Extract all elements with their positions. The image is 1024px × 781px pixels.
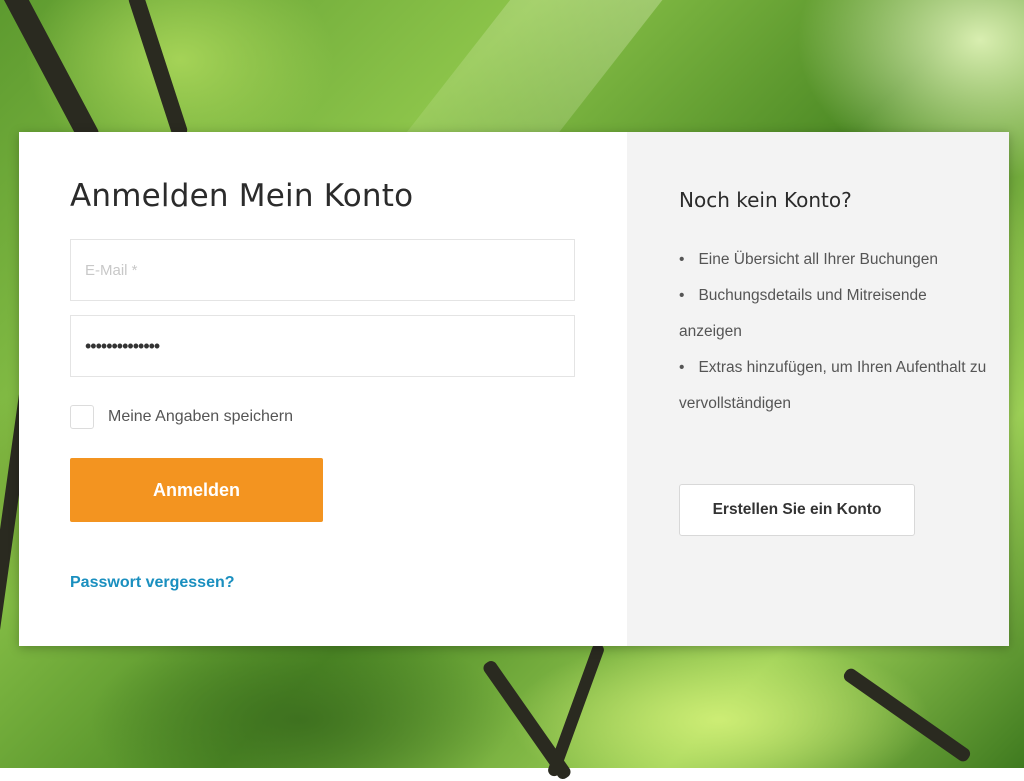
forgot-password-link[interactable]: Passwort vergessen? [70, 574, 235, 592]
remember-me[interactable]: Meine Angaben speichern [70, 405, 293, 429]
benefit-item: Eine Übersicht all Ihrer Buchungen [679, 242, 989, 278]
register-title: Noch kein Konto? [679, 188, 852, 212]
login-button[interactable]: Anmelden [70, 458, 323, 522]
login-panel: Anmelden Mein Konto Meine Angaben speich… [19, 132, 627, 646]
branch [842, 666, 973, 764]
login-card: Anmelden Mein Konto Meine Angaben speich… [19, 132, 1009, 646]
branch [1, 0, 100, 145]
login-title: Anmelden Mein Konto [70, 178, 413, 214]
create-account-button[interactable]: Erstellen Sie ein Konto [679, 484, 915, 536]
benefit-item: Extras hinzufügen, um Ihren Aufenthalt z… [679, 350, 989, 422]
benefit-item: Buchungsdetails und Mitreisende anzeigen [679, 278, 989, 350]
register-panel: Noch kein Konto? Eine Übersicht all Ihre… [627, 132, 1009, 646]
benefits-list: Eine Übersicht all Ihrer Buchungen Buchu… [679, 242, 989, 422]
branch [127, 0, 189, 139]
password-input[interactable] [70, 315, 575, 377]
remember-checkbox[interactable] [70, 405, 94, 429]
email-input[interactable] [70, 239, 575, 301]
branch [546, 642, 605, 778]
remember-label: Meine Angaben speichern [108, 408, 293, 426]
